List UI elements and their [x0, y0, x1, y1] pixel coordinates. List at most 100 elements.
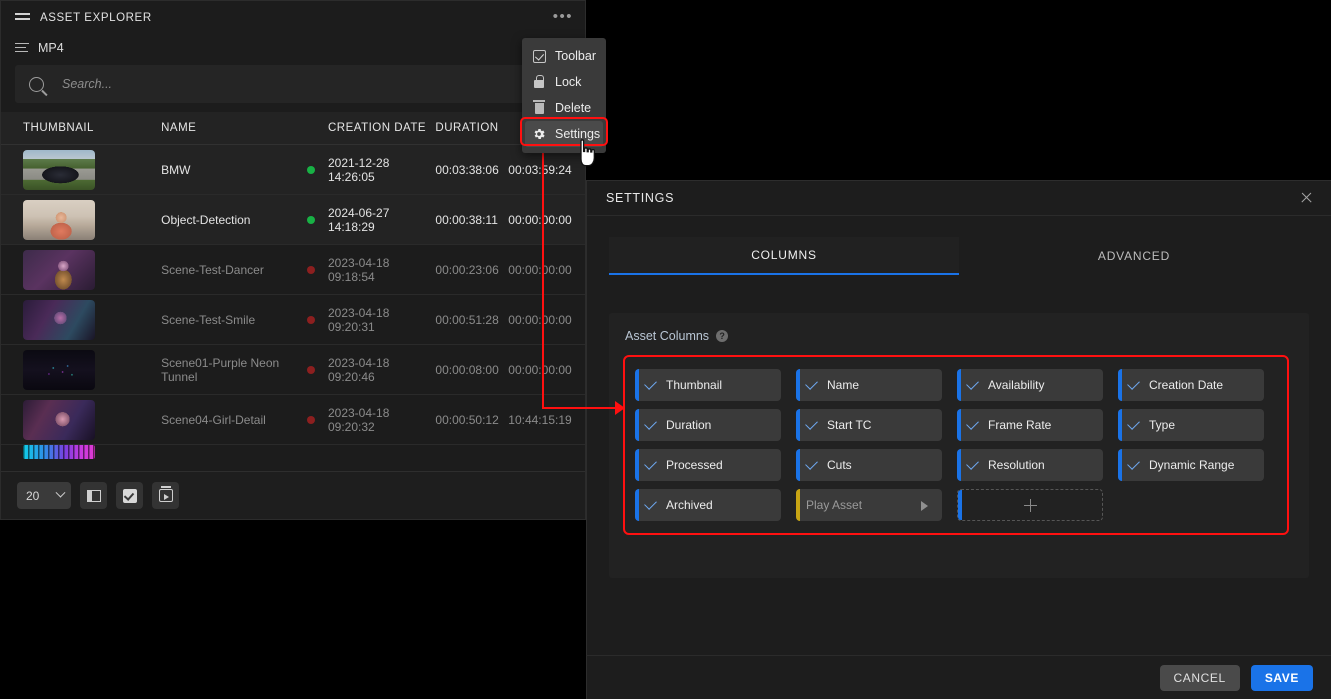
asset-name: BMW — [161, 162, 191, 177]
asset-explorer-panel: ASSET EXPLORER ••• MP4 Search... THUMBNA… — [0, 0, 586, 520]
select-all-button[interactable] — [116, 482, 143, 509]
check-icon — [966, 417, 979, 430]
check-icon — [805, 377, 818, 390]
list-icon[interactable] — [15, 42, 29, 54]
audio-waveform-thumbnail — [23, 445, 95, 459]
trash-icon — [532, 100, 546, 115]
duration: 00:00:08:00 — [435, 362, 499, 377]
asset-name: Object-Detection — [161, 212, 251, 227]
table-row[interactable]: BMW 2021-12-28 14:26:05 00:03:38:06 00:0… — [1, 145, 585, 195]
mouse-cursor — [574, 138, 600, 173]
section-header: Asset Columns ? — [609, 329, 1309, 343]
check-icon — [1127, 377, 1140, 390]
asset-name: Scene-Test-Dancer — [161, 262, 264, 277]
select-all-checkbox-icon — [122, 488, 137, 503]
hamburger-icon[interactable] — [15, 12, 30, 23]
settings-title: SETTINGS — [606, 191, 675, 205]
table-row[interactable]: Scene04-Girl-Detail 2023-04-18 09:20:32 … — [1, 395, 585, 445]
check-icon — [1127, 417, 1140, 430]
column-chip-grid: Thumbnail Name Availability Creation Dat… — [635, 369, 1287, 521]
menu-item-delete[interactable]: Delete — [522, 95, 606, 121]
tab-columns[interactable]: COLUMNS — [609, 237, 959, 275]
column-chip-creation-date[interactable]: Creation Date — [1118, 369, 1264, 401]
thumbnail — [23, 299, 95, 340]
help-icon[interactable]: ? — [716, 330, 729, 342]
search-input[interactable]: Search... — [62, 77, 112, 91]
more-options-icon[interactable]: ••• — [553, 9, 573, 24]
menu-item-lock[interactable]: Lock — [522, 69, 606, 95]
check-icon — [966, 377, 979, 390]
table-row[interactable]: Object-Detection 2024-06-27 14:18:29 00:… — [1, 195, 585, 245]
check-icon — [644, 457, 657, 470]
chevron-down-icon — [55, 487, 66, 498]
column-chip-resolution[interactable]: Resolution — [957, 449, 1103, 481]
creation-date: 2023-04-18 09:18:54 — [327, 255, 390, 284]
column-chip-play-asset[interactable]: Play Asset — [796, 489, 942, 521]
column-header-name[interactable]: NAME — [161, 122, 307, 134]
asset-columns-section: Asset Columns ? Thumbnail Name Availabil… — [609, 313, 1309, 578]
check-icon — [966, 457, 979, 470]
thumbnail — [23, 199, 95, 240]
archive-player-button[interactable] — [152, 482, 179, 509]
column-chip-dynamic-range[interactable]: Dynamic Range — [1118, 449, 1264, 481]
chip-label: Resolution — [988, 458, 1045, 472]
column-header-thumbnail[interactable]: THUMBNAIL — [1, 122, 161, 134]
table-row[interactable]: Scene-Test-Smile 2023-04-18 09:20:31 00:… — [1, 295, 585, 345]
chip-label: Availability — [988, 378, 1045, 392]
creation-date: 2024-06-27 14:18:29 — [327, 205, 390, 234]
archive-player-icon — [158, 486, 173, 502]
menu-item-toolbar[interactable]: Toolbar — [522, 43, 606, 69]
column-chip-name[interactable]: Name — [796, 369, 942, 401]
column-chip-start-tc[interactable]: Start TC — [796, 409, 942, 441]
chip-label: Type — [1149, 418, 1176, 432]
settings-footer: CANCEL SAVE — [586, 655, 1331, 699]
chip-label: Processed — [666, 458, 723, 472]
page-title: ASSET EXPLORER — [40, 11, 152, 24]
annotation-connector-vertical — [542, 146, 544, 408]
column-chip-processed[interactable]: Processed — [635, 449, 781, 481]
table-row[interactable]: Scene01-Purple Neon Tunnel 2023-04-18 09… — [1, 345, 585, 395]
table-row-partial[interactable] — [1, 445, 585, 471]
chip-label: Start TC — [827, 418, 872, 432]
chip-label: Creation Date — [1149, 378, 1224, 392]
check-icon — [805, 457, 818, 470]
columns-highlight-box: Thumbnail Name Availability Creation Dat… — [623, 355, 1289, 535]
duration: 00:00:38:11 — [435, 212, 498, 227]
table-row[interactable]: Scene-Test-Dancer 2023-04-18 09:18:54 00… — [1, 245, 585, 295]
checkbox-checked-icon — [532, 49, 546, 63]
column-chip-type[interactable]: Type — [1118, 409, 1264, 441]
column-chip-duration[interactable]: Duration — [635, 409, 781, 441]
close-icon[interactable] — [1299, 190, 1315, 206]
start-tc: 00:00:00:00 — [508, 262, 572, 277]
column-chip-frame-rate[interactable]: Frame Rate — [957, 409, 1103, 441]
tab-advanced[interactable]: ADVANCED — [959, 237, 1309, 275]
column-chip-thumbnail[interactable]: Thumbnail — [635, 369, 781, 401]
save-button[interactable]: SAVE — [1250, 664, 1313, 691]
cancel-button[interactable]: CANCEL — [1159, 664, 1240, 691]
chip-label: Archived — [666, 498, 713, 512]
asset-table-body: BMW 2021-12-28 14:26:05 00:03:38:06 00:0… — [1, 145, 585, 471]
panel-toggle-button[interactable] — [80, 482, 107, 509]
column-header-creation-date[interactable]: CREATION DATE — [328, 122, 435, 134]
check-icon — [1127, 457, 1140, 470]
chip-label: Cuts — [827, 458, 852, 472]
status-badge — [306, 365, 315, 374]
search-bar[interactable]: Search... — [15, 65, 571, 103]
start-tc: 00:00:00:00 — [508, 312, 572, 327]
creation-date: 2023-04-18 09:20:32 — [327, 405, 390, 434]
page-size-select[interactable]: 20 — [17, 482, 71, 509]
asset-name: Scene01-Purple Neon Tunnel — [161, 355, 280, 384]
add-column-button[interactable] — [957, 489, 1103, 521]
duration: 00:00:50:12 — [435, 412, 499, 427]
explorer-footer-toolbar: 20 — [1, 471, 585, 519]
screen: ASSET EXPLORER ••• MP4 Search... THUMBNA… — [0, 0, 1331, 699]
status-badge — [306, 215, 315, 224]
column-chip-availability[interactable]: Availability — [957, 369, 1103, 401]
column-chip-cuts[interactable]: Cuts — [796, 449, 942, 481]
menu-item-label: Delete — [555, 101, 592, 115]
column-header-duration[interactable]: DURATION — [435, 122, 508, 134]
explorer-context-menu: Toolbar Lock Delete Settings — [522, 38, 606, 153]
duration: 00:03:38:06 — [435, 162, 499, 177]
column-chip-archived[interactable]: Archived — [635, 489, 781, 521]
start-tc: 00:00:00:00 — [508, 212, 572, 227]
